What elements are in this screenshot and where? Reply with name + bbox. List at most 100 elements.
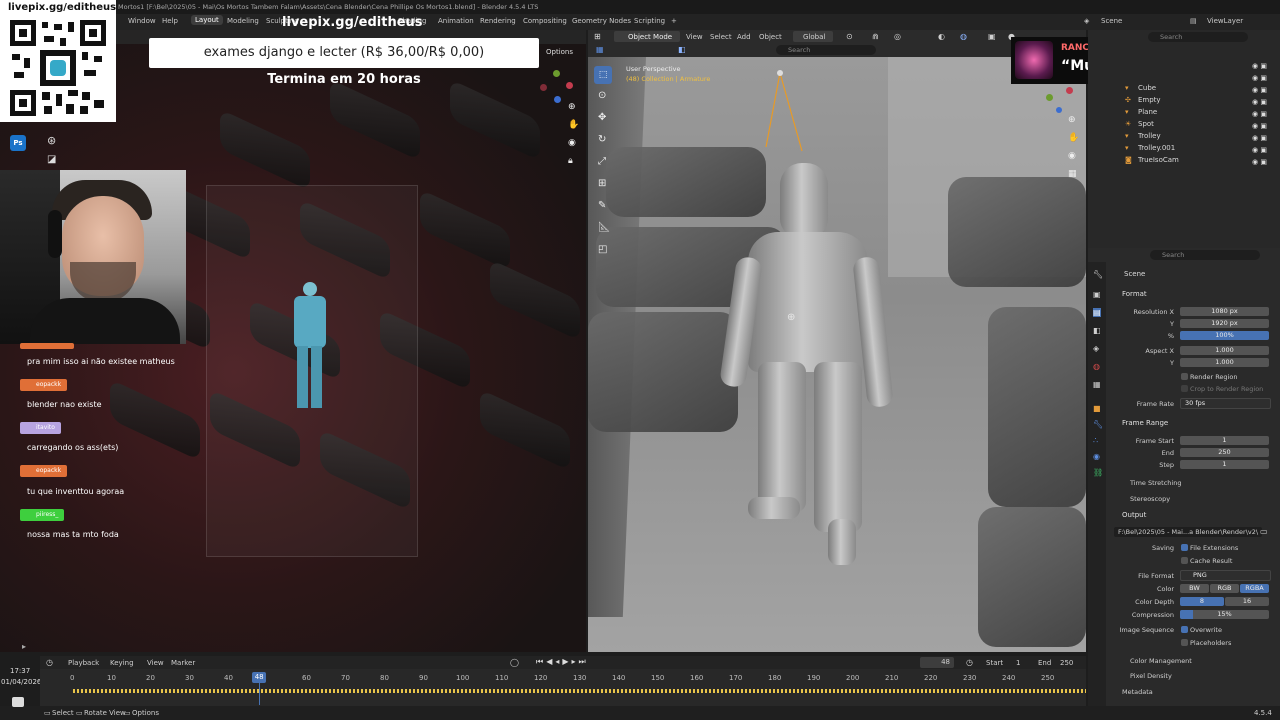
grid-view-icon[interactable]: ▦ bbox=[1068, 169, 1077, 179]
editor-type-icon[interactable]: ⊞ bbox=[594, 32, 601, 41]
cursor-tool-icon[interactable]: ⊙ bbox=[598, 90, 606, 101]
frame-end-field[interactable]: 250 bbox=[1180, 448, 1269, 457]
render-region-checkbox[interactable] bbox=[1181, 373, 1188, 380]
camera-view-icon[interactable]: ◉ bbox=[1068, 151, 1076, 161]
tab-animation[interactable]: Animation bbox=[438, 17, 474, 25]
menu-view[interactable]: View bbox=[686, 33, 703, 41]
pan-hand-icon[interactable]: ✋ bbox=[1068, 133, 1079, 143]
color-rgba-option[interactable]: RGBA bbox=[1240, 584, 1269, 593]
menu-view[interactable]: View bbox=[147, 659, 164, 667]
transform-tool-icon[interactable]: ⊞ bbox=[598, 178, 606, 189]
color-management-subpanel[interactable]: Color Management bbox=[1130, 657, 1192, 665]
file-format-dropdown[interactable]: PNG bbox=[1180, 570, 1271, 581]
scene-icon[interactable]: ◈ bbox=[1084, 17, 1089, 25]
end-field[interactable]: 250 bbox=[1060, 659, 1073, 667]
taskbar-app-icon[interactable] bbox=[12, 697, 24, 707]
armature-bone[interactable] bbox=[748, 57, 828, 167]
3d-cursor-icon[interactable]: ⊕ bbox=[787, 312, 795, 323]
pivot-icon[interactable]: ⊙ bbox=[846, 32, 853, 41]
viewlayer-selector[interactable]: ViewLayer bbox=[1207, 17, 1243, 25]
add-workspace-button[interactable]: + bbox=[671, 17, 677, 25]
character-head[interactable] bbox=[780, 163, 828, 237]
cache-result-checkbox[interactable] bbox=[1181, 557, 1188, 564]
outliner-item-spot[interactable]: Spot bbox=[1138, 120, 1154, 128]
pan-hand-icon[interactable]: ✋ bbox=[568, 120, 579, 130]
expand-arrow-icon[interactable]: ▸ bbox=[22, 642, 26, 651]
viewport-options-button[interactable]: Options bbox=[546, 48, 573, 56]
character-torso[interactable] bbox=[748, 232, 868, 372]
overwrite-checkbox[interactable] bbox=[1181, 626, 1188, 633]
tab-compositing[interactable]: Compositing bbox=[523, 17, 567, 25]
navigation-gizmo[interactable] bbox=[538, 70, 574, 106]
folder-icon[interactable]: ▭ bbox=[1260, 527, 1268, 536]
resolution-percent-field[interactable]: 100% bbox=[1180, 331, 1269, 340]
orientation-selector[interactable]: Global bbox=[793, 31, 833, 42]
color-rgb-option[interactable]: RGB bbox=[1210, 584, 1239, 593]
scale-icon[interactable]: ◪ bbox=[47, 154, 56, 165]
color-depth-16-option[interactable]: 16 bbox=[1225, 597, 1269, 606]
viewport-search-input[interactable]: Search bbox=[776, 45, 876, 55]
add-cube-tool-icon[interactable]: ◰ bbox=[598, 244, 607, 255]
zoom-icon[interactable]: ⊕ bbox=[1068, 115, 1076, 125]
tab-geometry-nodes[interactable]: Geometry Nodes bbox=[572, 17, 631, 25]
aspect-x-field[interactable]: 1.000 bbox=[1180, 346, 1269, 355]
scene-selector[interactable]: Scene bbox=[1101, 17, 1122, 25]
menu-object[interactable]: Object bbox=[759, 33, 782, 41]
visibility-icon[interactable]: ◐ bbox=[938, 32, 945, 41]
tab-rendering[interactable]: Rendering bbox=[480, 17, 516, 25]
menu-add[interactable]: Add bbox=[737, 33, 751, 41]
playhead[interactable]: 48 bbox=[252, 672, 267, 683]
color-bw-option[interactable]: BW bbox=[1180, 584, 1209, 593]
outliner-item-trolley[interactable]: Trolley bbox=[1138, 132, 1161, 140]
menu-select[interactable]: Select bbox=[710, 33, 732, 41]
output-section-header[interactable]: Output bbox=[1122, 511, 1146, 519]
record-icon[interactable]: ◯ bbox=[510, 658, 519, 667]
outliner-item-trueisocam[interactable]: TrueIsoCam bbox=[1138, 156, 1179, 164]
outliner-item-trolley-001[interactable]: Trolley.001 bbox=[1138, 144, 1175, 152]
menu-playback[interactable]: Playback bbox=[68, 659, 99, 667]
collection-tab-icon[interactable]: ▦ bbox=[1093, 380, 1101, 389]
measure-tool-icon[interactable]: 📐︎ bbox=[598, 222, 611, 233]
outliner-item-empty[interactable]: Empty bbox=[1138, 96, 1161, 104]
current-frame-field[interactable]: 48 bbox=[920, 657, 954, 668]
menu-window[interactable]: Window bbox=[128, 17, 156, 25]
visibility-toggles[interactable]: ◉ ▣ ◉ ▣ ◉ ▣ ◉ ▣ ◉ ▣ ◉ ▣ ◉ ▣ ◉ ▣ ◉ ▣ bbox=[1252, 60, 1274, 166]
start-field[interactable]: 1 bbox=[1016, 659, 1020, 667]
format-section-header[interactable]: Format bbox=[1122, 290, 1147, 298]
mode-selector[interactable]: Object Mode bbox=[614, 31, 680, 42]
snap-magnet-icon[interactable]: ⋒ bbox=[872, 32, 879, 41]
properties-search-input[interactable]: Search bbox=[1150, 250, 1260, 260]
orbit-icon[interactable]: ⊛ bbox=[47, 134, 56, 147]
menu-marker[interactable]: Marker bbox=[171, 659, 195, 667]
preview-range-icon[interactable]: ◷ bbox=[966, 658, 973, 667]
proportional-edit-icon[interactable]: ◎ bbox=[894, 32, 901, 41]
tab-modeling[interactable]: Modeling bbox=[227, 17, 259, 25]
frame-step-field[interactable]: 1 bbox=[1180, 460, 1269, 469]
rotate-tool-icon[interactable]: ↻ bbox=[598, 134, 606, 145]
time-stretching-subpanel[interactable]: Time Stretching bbox=[1130, 479, 1181, 487]
xray-icon[interactable]: ▣ bbox=[988, 32, 996, 41]
placeholders-checkbox[interactable] bbox=[1181, 639, 1188, 646]
frame-range-section-header[interactable]: Frame Range bbox=[1122, 419, 1168, 427]
photoshop-taskbar-icon[interactable]: Ps bbox=[10, 135, 26, 151]
clock-icon[interactable]: ◷ bbox=[46, 658, 53, 667]
keyframe-track[interactable] bbox=[73, 689, 1086, 693]
outliner-item-cube[interactable]: Cube bbox=[1138, 84, 1156, 92]
output-path-input[interactable]: F:\Bel\2025\05 - Mai...a Blender\Render\… bbox=[1114, 527, 1262, 537]
compression-slider[interactable]: 15% bbox=[1180, 610, 1269, 619]
move-tool-icon[interactable]: ✥ bbox=[598, 112, 606, 123]
select-tool-icon[interactable]: ⬚ bbox=[594, 66, 612, 84]
menu-keying[interactable]: Keying bbox=[110, 659, 134, 667]
render-tab-icon[interactable]: ▣ bbox=[1093, 290, 1101, 299]
gizmo-toggle-icon[interactable]: ◧ bbox=[678, 45, 686, 54]
crop-region-checkbox[interactable] bbox=[1181, 385, 1188, 392]
file-extensions-checkbox[interactable] bbox=[1181, 544, 1188, 551]
color-depth-8-option[interactable]: 8 bbox=[1180, 597, 1224, 606]
tab-scripting[interactable]: Scripting bbox=[634, 17, 665, 25]
metadata-section-header[interactable]: Metadata bbox=[1122, 688, 1153, 696]
select-box-icon[interactable]: ▦ bbox=[596, 45, 604, 54]
viewlayer-icon[interactable]: ▤ bbox=[1190, 17, 1197, 25]
outliner-item-plane[interactable]: Plane bbox=[1138, 108, 1157, 116]
overlay-icon[interactable]: ◍ bbox=[960, 32, 967, 41]
tool-tab-icon[interactable]: 🔧︎ bbox=[1093, 270, 1103, 279]
